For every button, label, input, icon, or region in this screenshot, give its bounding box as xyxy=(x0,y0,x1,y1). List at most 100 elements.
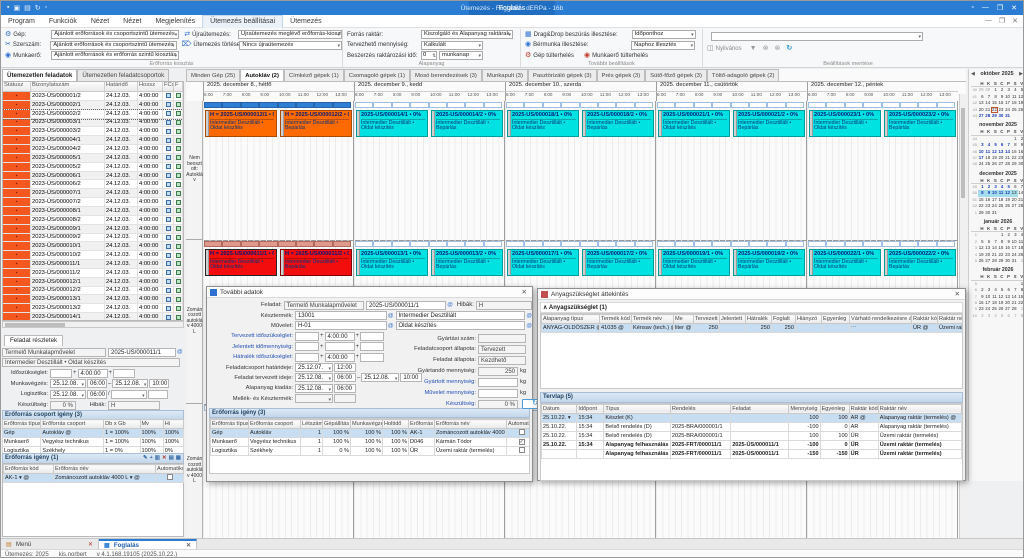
calendar-day[interactable]: 29 xyxy=(998,258,1005,264)
col-header[interactable]: Erőforrás típus xyxy=(3,420,41,429)
det-mv-t2[interactable]: 10:00 xyxy=(149,379,169,388)
col-header[interactable]: Egyenleg xyxy=(822,315,850,324)
bar-grip[interactable] xyxy=(432,111,435,136)
calendar-day[interactable] xyxy=(1011,113,1018,119)
f-cell[interactable] xyxy=(174,145,183,153)
table-row[interactable]: MunkaerőVegyész technikus1 = 100%100%100… xyxy=(3,438,184,447)
f-cell[interactable] xyxy=(174,260,183,268)
table-row[interactable]: 25.10.22.15:34Belső rendelés (D)2025-BRA… xyxy=(542,422,962,431)
col-header[interactable]: Automatikus xyxy=(156,465,184,474)
fcs-cell[interactable] xyxy=(163,198,174,206)
table-row[interactable]: 25.10.22.15:34Alapanyag felhasználás (F)… xyxy=(542,440,962,449)
task-row[interactable]: ▪2023-ÚS/000005/124.12.03.4:00:00 xyxy=(3,154,183,163)
save-row-icon[interactable]: ▤ xyxy=(169,454,174,463)
fcs-cell[interactable] xyxy=(163,234,174,242)
reload-settings-icon[interactable]: ↻ xyxy=(786,45,792,53)
calendar-day[interactable]: 30 xyxy=(1004,258,1011,264)
menu-item-n-zet[interactable]: Nézet xyxy=(116,15,148,28)
tervezheto-combo[interactable]: Kalkulált xyxy=(421,41,483,50)
d1-hat3[interactable] xyxy=(360,353,384,362)
fcs-cell[interactable] xyxy=(163,304,174,312)
close-tab-icon[interactable]: ✕ xyxy=(186,542,191,549)
task-row[interactable]: ▪2023-ÚS/000009/224.12.03.4:00:00 xyxy=(3,234,183,243)
f-cell[interactable] xyxy=(174,136,183,144)
det-log-t2[interactable] xyxy=(148,390,168,399)
task-row[interactable]: ▪2023-ÚS/000011/124.12.03.4:00:00 xyxy=(3,260,183,269)
fcs-cell[interactable] xyxy=(163,242,174,250)
f-cell[interactable] xyxy=(174,180,183,188)
table-row[interactable]: GépAutokláv1100 %100 %100 %AK-1Zománcozo… xyxy=(211,429,531,438)
fcs-cell[interactable] xyxy=(163,145,174,153)
task-row[interactable]: ▪2023-ÚS/000006/124.12.03.4:00:00 xyxy=(3,172,183,181)
col-header[interactable]: Hátralék xyxy=(746,315,772,324)
calendar-day[interactable] xyxy=(998,210,1005,216)
calendar-day[interactable]: 8 xyxy=(1018,313,1024,319)
d1-aa-t[interactable]: 06:00 xyxy=(334,384,356,393)
col-header[interactable]: Erőforrás kód xyxy=(409,420,435,429)
d1-tv-t1[interactable]: 06:00 xyxy=(334,373,356,382)
det-kesz-field[interactable]: 0 % xyxy=(50,401,76,410)
refresh-icon[interactable]: ↻ xyxy=(35,4,41,12)
det-log-d[interactable]: 25.12.08. xyxy=(50,390,86,399)
fcs-cell[interactable] xyxy=(163,260,174,268)
f-cell[interactable] xyxy=(174,225,183,233)
calendar-day[interactable]: 28 xyxy=(985,113,992,119)
col-header[interactable]: Alapanyag típus xyxy=(542,315,600,324)
task-bar[interactable]: 2025-ÚS/000021/1 • 0%Intermedier Desztil… xyxy=(658,110,730,137)
fcs-cell[interactable] xyxy=(163,154,174,162)
calendar-day[interactable]: 30 xyxy=(1018,161,1024,167)
col-header[interactable]: Erőforrás név xyxy=(435,420,507,429)
bar-grip[interactable] xyxy=(885,111,888,136)
task-row[interactable]: ▪2023-ÚS/000012/224.12.03.4:00:00 xyxy=(3,287,183,296)
f-cell[interactable] xyxy=(174,110,183,118)
d1-kesztermek-kod[interactable]: 13001 xyxy=(295,311,387,320)
task-bar[interactable]: 2025-ÚS/000019/1 • 0%Intermedier Desztil… xyxy=(658,249,730,276)
menu-item-funkci-k[interactable]: Funkciók xyxy=(42,15,84,28)
table-row[interactable]: 25.10.22.15:34Belső rendelés (D)2025-BRA… xyxy=(542,431,962,440)
f-cell[interactable] xyxy=(174,172,183,180)
det-hibak-field[interactable]: H xyxy=(108,401,160,410)
collapse-icon[interactable]: ∧ xyxy=(543,305,547,311)
bar-grip[interactable] xyxy=(508,250,511,275)
lookup-icon[interactable]: @ xyxy=(388,313,394,319)
copy-icon[interactable]: ▥ xyxy=(155,454,160,463)
det-mv-t1[interactable]: 06:00 xyxy=(87,379,107,388)
det-ido3-field[interactable] xyxy=(113,369,135,378)
fcs-cell[interactable] xyxy=(163,287,174,295)
col-header[interactable]: Típus xyxy=(604,404,671,413)
task-row[interactable]: ▪2023-ÚS/000011/224.12.03.4:00:00 xyxy=(3,269,183,278)
col-header[interactable]: Létszám xyxy=(301,420,323,429)
task-row[interactable]: ▪2023-ÚS/000009/124.12.03.4:00:00 xyxy=(3,225,183,234)
minimize-icon[interactable]: — xyxy=(982,4,989,12)
table-row[interactable]: GépAutokláv @1 = 100%100%100% xyxy=(3,429,184,438)
calendar-day[interactable]: 1 xyxy=(1018,258,1024,264)
quick-access-toolbar[interactable]: ▪ ▣ ▤ ↻ ◦ xyxy=(1,4,47,12)
lookup-icon[interactable]: @ xyxy=(177,349,183,355)
d1-hat1[interactable] xyxy=(295,353,319,362)
calendar-day[interactable]: 26 xyxy=(978,258,985,264)
col-header[interactable]: Me xyxy=(674,315,694,324)
det-ido1-field[interactable] xyxy=(50,369,72,378)
col-header[interactable]: Hiányzó xyxy=(796,315,822,324)
d1-hat2[interactable]: 4:00:00 xyxy=(325,353,355,362)
calendar-day[interactable]: 24 xyxy=(978,161,985,167)
munkaero-combo[interactable]: Ajánlott erőforrások és erőforrás szintű… xyxy=(51,51,179,60)
calendar-day[interactable]: 7 xyxy=(1011,313,1018,319)
calendar-day[interactable]: 2 xyxy=(978,313,985,319)
lookup-icon[interactable]: @ xyxy=(526,313,532,319)
d1-fcs-allapot[interactable]: Tervezett xyxy=(478,345,526,354)
f-cell[interactable] xyxy=(174,207,183,215)
f-cell[interactable] xyxy=(174,101,183,109)
bar-grip[interactable] xyxy=(583,250,586,275)
child-minimize-icon[interactable]: — xyxy=(985,17,992,25)
d1-fcs-hatarido-d[interactable]: 25.12.07. xyxy=(295,363,333,372)
table-row[interactable]: LogisztikaSzékhely10 %100 %100 %ÜRÜzemi … xyxy=(211,447,531,456)
task-row[interactable]: ▪2023-ÚS/000013/124.12.03.4:00:00 xyxy=(3,295,183,304)
beszerzes-spinner[interactable]: 0 xyxy=(421,51,437,60)
col-header[interactable]: Erőforrás csoport xyxy=(249,420,301,429)
f-cell[interactable] xyxy=(174,242,183,250)
checkbox[interactable] xyxy=(519,447,525,453)
task-bar[interactable]: 2025-ÚS/000014/2 • 0%Intermedier Desztil… xyxy=(431,110,503,137)
col-header[interactable]: Feladat xyxy=(731,404,789,413)
col-header[interactable]: Raktár név xyxy=(878,404,961,413)
